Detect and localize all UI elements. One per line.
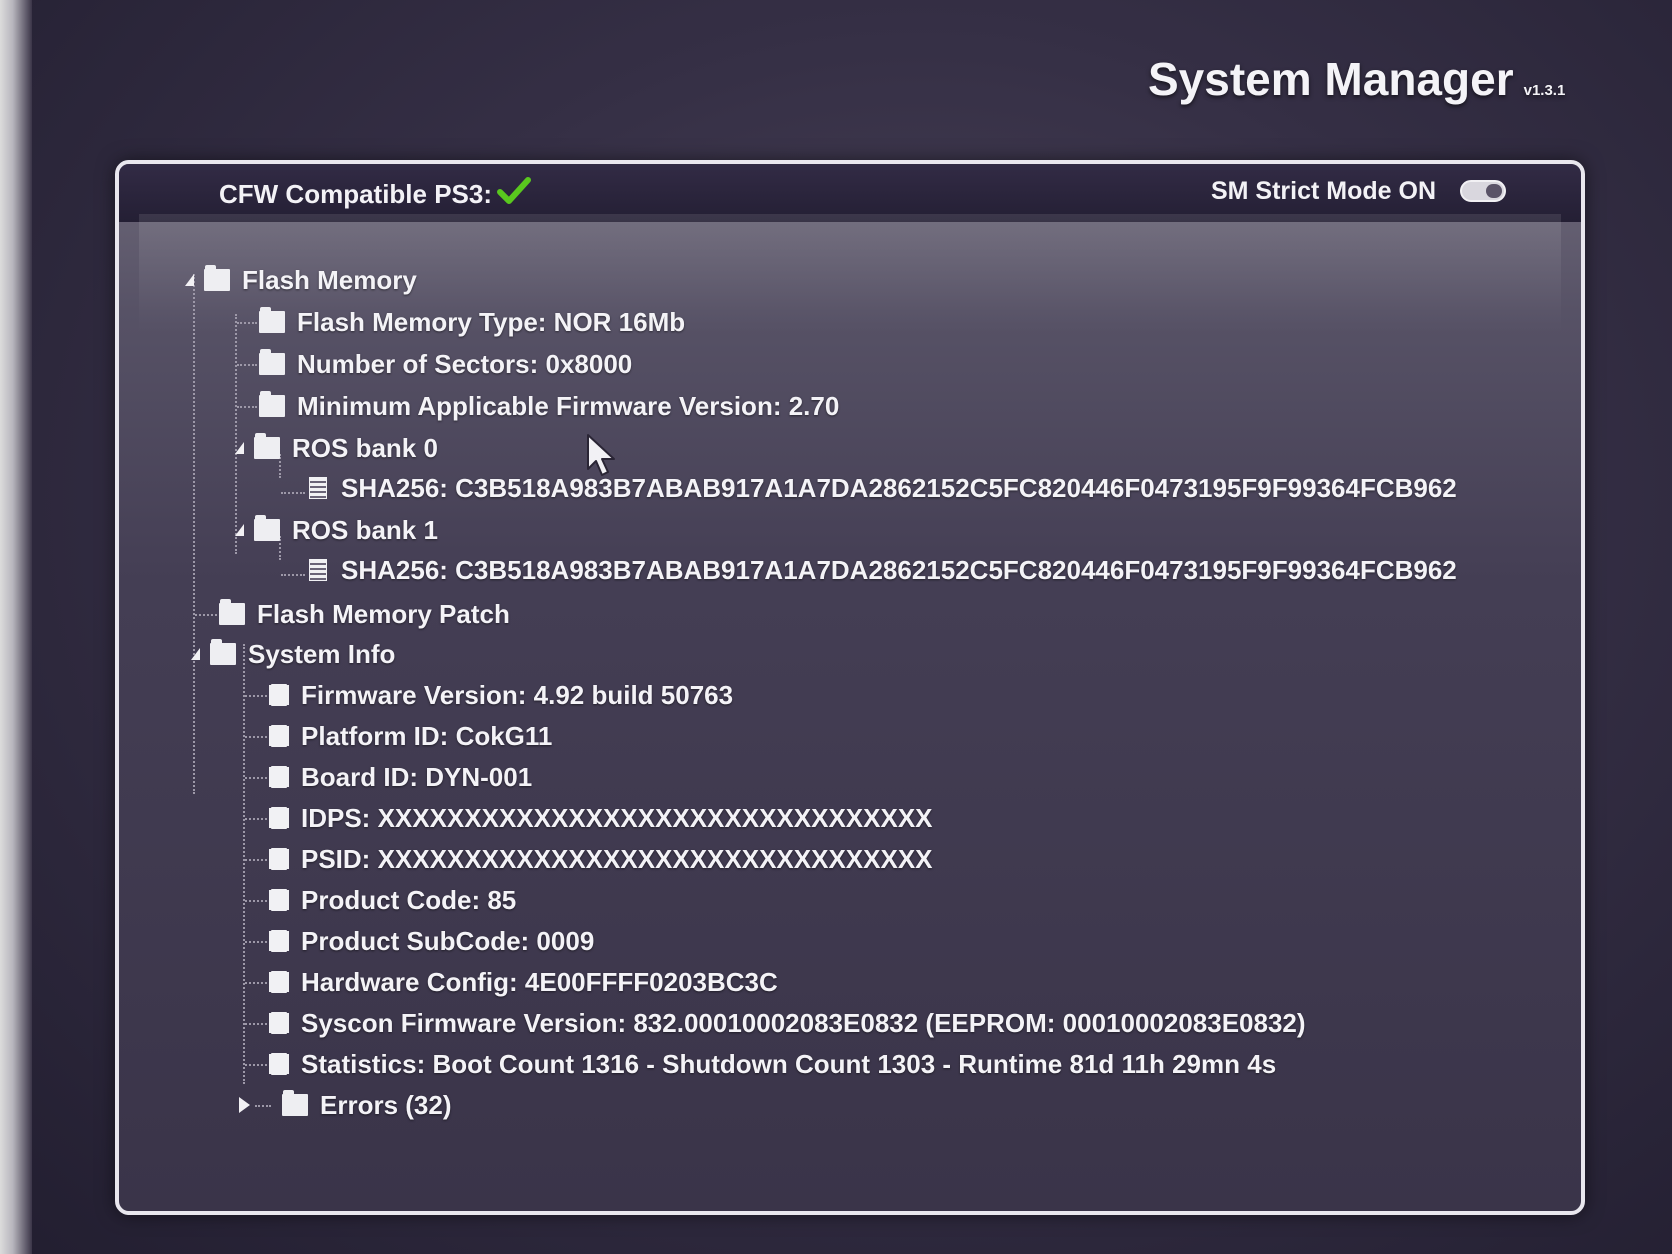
tree-node-system-info[interactable]: System Info — [191, 636, 395, 672]
tree-branch-line — [195, 614, 217, 616]
tree-node-firmware-version[interactable]: Firmware Version: 4.92 build 50763 — [271, 677, 733, 713]
tree-node-label: Flash Memory Patch — [257, 598, 510, 629]
chip-icon — [271, 725, 287, 747]
tree-branch-line — [237, 322, 257, 324]
mouse-cursor-icon — [587, 434, 615, 476]
tree-node-label: ROS bank 1 — [292, 514, 438, 545]
tree-node-ros-bank-1[interactable]: ROS bank 1 — [235, 512, 438, 548]
tree-guide-line — [243, 644, 245, 1084]
chip-icon — [271, 1012, 287, 1034]
tree-node-label: PSID: XXXXXXXXXXXXXXXXXXXXXXXXXXXXXXXX — [301, 843, 933, 874]
tree-node-label: Firmware Version: 4.92 build 50763 — [301, 679, 734, 710]
strict-mode-toggle[interactable] — [1460, 180, 1506, 202]
folder-icon — [254, 433, 280, 459]
tree-node-label: Syscon Firmware Version: 832.00010002083… — [301, 1007, 1306, 1038]
chip-icon — [271, 766, 287, 788]
background-edge — [0, 0, 32, 1254]
app-title: System Manager v1.3.1 — [1148, 52, 1565, 106]
strict-mode-label: SM Strict Mode ON — [1210, 177, 1436, 205]
cfw-compatible-label: CFW Compatible PS3: — [219, 179, 493, 209]
tree-node-hardware-config[interactable]: Hardware Config: 4E00FFFF0203BC3C — [271, 964, 778, 1000]
tree-node-flash-patch[interactable]: Flash Memory Patch — [219, 596, 510, 632]
chip-icon — [271, 971, 287, 993]
tree-node-statistics[interactable]: Statistics: Boot Count 1316 - Shutdown C… — [271, 1046, 1276, 1082]
tree-node-label: Product Code: 85 — [301, 884, 517, 915]
document-icon — [309, 477, 327, 499]
folder-icon — [259, 307, 285, 333]
expand-arrow-icon[interactable] — [185, 274, 194, 286]
tree-branch-line — [245, 695, 267, 697]
tree-branch-line — [245, 900, 267, 902]
tree-node-label: Statistics: Boot Count 1316 - Shutdown C… — [301, 1048, 1277, 1079]
app-version: v1.3.1 — [1523, 82, 1566, 99]
expand-arrow-icon[interactable] — [191, 648, 200, 660]
tree-node-label: SHA256: C3B518A983B7ABAB917A1A7DA2862152… — [341, 472, 1457, 503]
app-title-text: System Manager — [1148, 53, 1514, 105]
tree-branch-line — [245, 859, 267, 861]
tree-node-label: Number of Sectors: 0x8000 — [297, 348, 633, 379]
tree-node-label: Minimum Applicable Firmware Version: 2.7… — [297, 390, 840, 421]
tree-node-label: Flash Memory — [242, 264, 417, 295]
tree-node-platform-id[interactable]: Platform ID: CokG11 — [271, 718, 552, 754]
tree-branch-line — [281, 574, 305, 576]
tree-branch-line — [281, 492, 305, 494]
tree-node-errors[interactable]: Errors (32) — [239, 1087, 452, 1123]
chip-icon — [271, 889, 287, 911]
tree-node-product-subcode[interactable]: Product SubCode: 0009 — [271, 923, 594, 959]
chip-icon — [271, 1053, 287, 1075]
tree-branch-line — [237, 364, 257, 366]
tree-node-flash-memory[interactable]: Flash Memory — [185, 262, 417, 298]
tree-node-label: Hardware Config: 4E00FFFF0203BC3C — [301, 966, 778, 997]
folder-icon — [282, 1090, 308, 1116]
checkmark-icon — [497, 177, 531, 204]
chip-icon — [271, 848, 287, 870]
tree-node-ros1-sha256[interactable]: SHA256: C3B518A983B7ABAB917A1A7DA2862152… — [309, 552, 1457, 588]
tree-branch-line — [245, 818, 267, 820]
folder-icon — [210, 639, 236, 665]
tree-node-label: System Info — [248, 638, 396, 669]
tree-branch-line — [245, 777, 267, 779]
chip-icon — [271, 684, 287, 706]
tree-node-min-firmware[interactable]: Minimum Applicable Firmware Version: 2.7… — [259, 388, 839, 424]
system-manager-panel: CFW Compatible PS3: SM Strict Mode ON Fl… — [115, 160, 1585, 1215]
tree-node-ros-bank-0[interactable]: ROS bank 0 — [235, 430, 438, 466]
tree-node-ros0-sha256[interactable]: SHA256: C3B518A983B7ABAB917A1A7DA2862152… — [309, 470, 1457, 506]
tree-node-flash-type[interactable]: Flash Memory Type: NOR 16Mb — [259, 304, 685, 340]
chip-icon — [271, 930, 287, 952]
tree-node-label: ROS bank 0 — [292, 432, 438, 463]
toggle-knob — [1486, 184, 1502, 198]
tree-node-idps[interactable]: IDPS: XXXXXXXXXXXXXXXXXXXXXXXXXXXXXXXX — [271, 800, 933, 836]
tree-branch-line — [245, 982, 267, 984]
folder-icon — [254, 515, 280, 541]
folder-icon — [259, 391, 285, 417]
folder-icon — [219, 599, 245, 625]
tree-node-board-id[interactable]: Board ID: DYN-001 — [271, 759, 532, 795]
tree-node-label: Errors (32) — [320, 1089, 452, 1120]
tree-branch-line — [237, 406, 257, 408]
chip-icon — [271, 807, 287, 829]
tree-node-label: IDPS: XXXXXXXXXXXXXXXXXXXXXXXXXXXXXXXX — [301, 802, 933, 833]
tree-node-sectors[interactable]: Number of Sectors: 0x8000 — [259, 346, 632, 382]
tree-node-label: Board ID: DYN-001 — [301, 761, 533, 792]
folder-icon — [204, 265, 230, 291]
tree-branch-line — [245, 736, 267, 738]
tree-branch-line — [245, 1064, 267, 1066]
document-icon — [309, 559, 327, 581]
tree-branch-line — [245, 1023, 267, 1025]
expand-arrow-icon[interactable] — [235, 442, 244, 454]
collapsed-arrow-icon[interactable] — [239, 1097, 250, 1113]
tree-node-psid[interactable]: PSID: XXXXXXXXXXXXXXXXXXXXXXXXXXXXXXXX — [271, 841, 933, 877]
tree-branch-line — [245, 941, 267, 943]
tree-node-product-code[interactable]: Product Code: 85 — [271, 882, 516, 918]
tree-node-label: SHA256: C3B518A983B7ABAB917A1A7DA2862152… — [341, 554, 1457, 585]
folder-icon — [259, 349, 285, 375]
tree-node-label: Product SubCode: 0009 — [301, 925, 595, 956]
tree-node-syscon-firmware[interactable]: Syscon Firmware Version: 832.00010002083… — [271, 1005, 1306, 1041]
tree-guide-line — [193, 274, 195, 794]
tree-node-label: Platform ID: CokG11 — [301, 720, 553, 751]
expand-arrow-icon[interactable] — [235, 524, 244, 536]
tree-node-label: Flash Memory Type: NOR 16Mb — [297, 306, 686, 337]
